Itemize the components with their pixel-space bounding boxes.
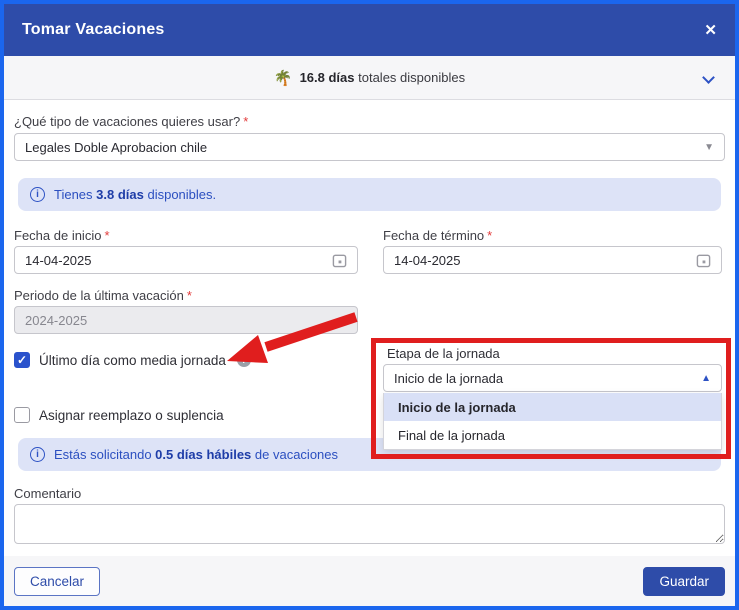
days-summary-bar[interactable]: 🌴 16.8 días totales disponibles [4, 56, 735, 100]
summary-text: 16.8 días totales disponibles [300, 70, 466, 85]
stage-option-final[interactable]: Final de la jornada [384, 421, 721, 449]
available-days-text: Tienes 3.8 días disponibles. [54, 187, 216, 202]
modal-footer: Cancelar Guardar [4, 556, 735, 606]
stage-options-menu: Inicio de la jornada Final de la jornada [383, 393, 722, 450]
modal-header: Tomar Vacaciones ✕ [4, 4, 735, 56]
half-day-checkbox-label: Último día como media jornada [39, 353, 226, 368]
start-date-input[interactable]: 14-04-2025 [14, 246, 358, 274]
tomar-vacaciones-modal: Tomar Vacaciones ✕ 🌴 16.8 días totales d… [0, 0, 739, 610]
last-vacation-period-label: Periodo de la última vacación* [14, 288, 192, 303]
half-day-checkbox-row[interactable]: ✓ Último día como media jornada ? [14, 352, 251, 368]
modal-title: Tomar Vacaciones [22, 21, 165, 39]
palm-tree-icon: 🌴 [274, 69, 293, 87]
vacation-type-value: Legales Doble Aprobacion chile [25, 140, 704, 155]
replacement-checkbox-label: Asignar reemplazo o suplencia [39, 408, 224, 423]
end-date-label: Fecha de término* [383, 228, 492, 243]
stage-option-inicio[interactable]: Inicio de la jornada [384, 393, 721, 421]
comment-label: Comentario [14, 486, 81, 501]
end-date-value: 14-04-2025 [394, 253, 696, 268]
checkbox-checked-icon[interactable]: ✓ [14, 352, 30, 368]
requesting-text: Estás solicitando 0.5 días hábiles de va… [54, 447, 338, 462]
start-date-value: 14-04-2025 [25, 253, 332, 268]
calendar-icon[interactable] [696, 253, 711, 268]
vacation-type-label: ¿Qué tipo de vacaciones quieres usar?* [14, 114, 248, 129]
save-button[interactable]: Guardar [643, 567, 725, 596]
info-icon: i [30, 187, 45, 202]
calendar-icon[interactable] [332, 253, 347, 268]
replacement-checkbox-row[interactable]: Asignar reemplazo o suplencia [14, 407, 224, 423]
end-date-input[interactable]: 14-04-2025 [383, 246, 722, 274]
chevron-down-icon[interactable] [702, 71, 715, 84]
info-icon: i [30, 447, 45, 462]
vacation-type-select[interactable]: Legales Doble Aprobacion chile ▼ [14, 133, 725, 161]
caret-down-icon: ▼ [704, 142, 714, 153]
stage-select[interactable]: Inicio de la jornada ▲ [383, 364, 722, 392]
cancel-button[interactable]: Cancelar [14, 567, 100, 596]
last-vacation-period-value: 2024-2025 [25, 313, 347, 328]
close-icon[interactable]: ✕ [704, 23, 717, 38]
help-icon[interactable]: ? [237, 353, 251, 367]
checkbox-unchecked-icon[interactable] [14, 407, 30, 423]
stage-select-value: Inicio de la jornada [394, 371, 701, 386]
available-days-banner: i Tienes 3.8 días disponibles. [18, 178, 721, 211]
comment-textarea[interactable] [14, 504, 725, 544]
last-vacation-period-input: 2024-2025 [14, 306, 358, 334]
caret-up-icon: ▲ [701, 373, 711, 384]
start-date-label: Fecha de inicio* [14, 228, 110, 243]
stage-label: Etapa de la jornada [387, 346, 500, 361]
modal-body: ¿Qué tipo de vacaciones quieres usar?* L… [4, 100, 735, 556]
